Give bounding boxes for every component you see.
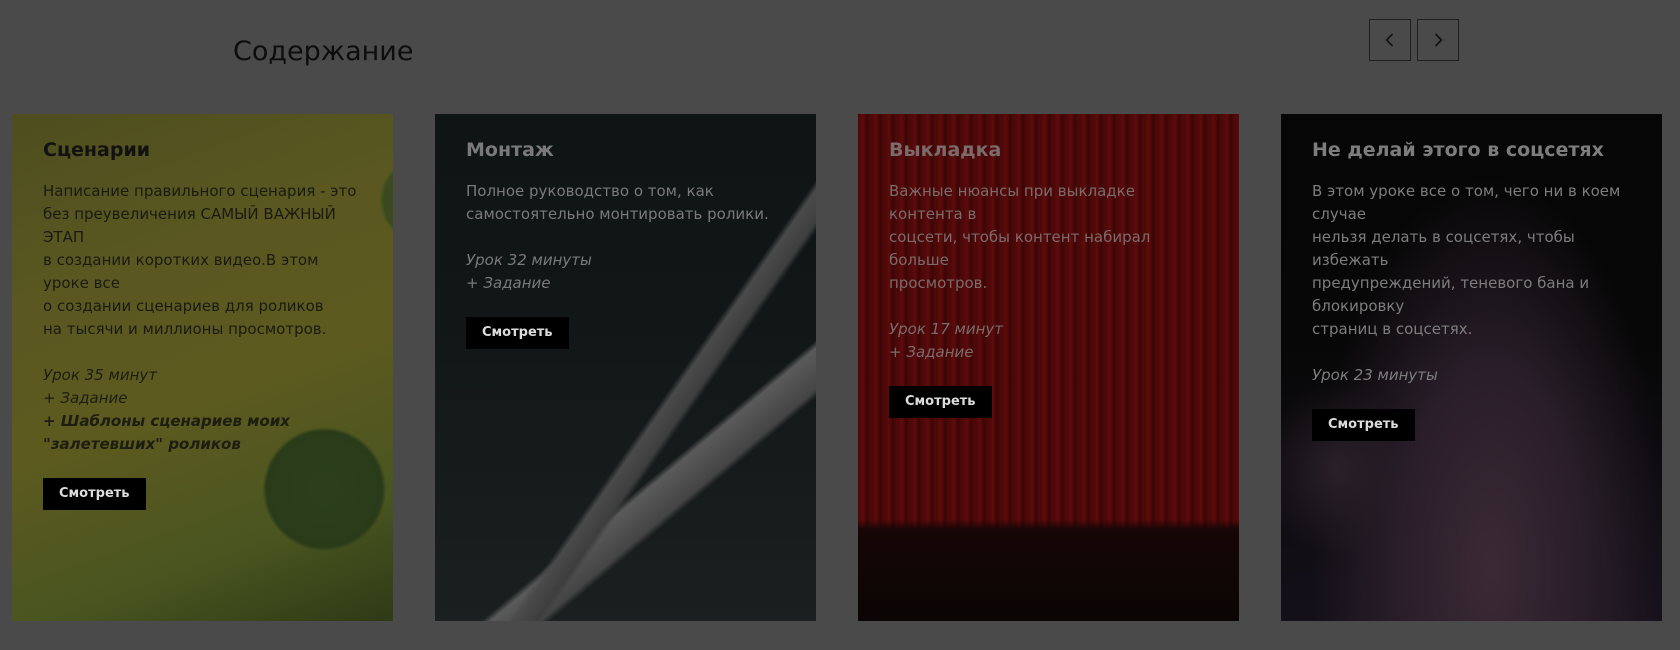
watch-button[interactable]: Смотреть xyxy=(466,316,569,349)
card-description: Важные нюансы при выкладке контента в со… xyxy=(889,181,1151,292)
lesson-card-publishing: Выкладка Важные нюансы при выкладке конт… xyxy=(858,114,1239,621)
card-meta-bonus: + Шаблоны сценариев моих "залетевших" ро… xyxy=(43,411,290,453)
card-description: В этом уроке все о том, чего ни в коем с… xyxy=(1312,181,1621,338)
chevron-right-icon xyxy=(1434,33,1443,47)
card-description: Полное руководство о том, как самостояте… xyxy=(466,181,769,223)
card-meta: Урок 35 минут + Задание + Шаблоны сценар… xyxy=(43,364,362,456)
carousel-next-button[interactable] xyxy=(1417,19,1459,61)
carousel-prev-button[interactable] xyxy=(1369,19,1411,61)
card-meta: Урок 17 минут + Задание xyxy=(889,319,1004,361)
lesson-card-editing: Монтаж Полное руководство о том, как сам… xyxy=(435,114,816,621)
card-title: Не делай этого в соцсетях xyxy=(1312,139,1604,161)
lesson-card-scripts: Сценарии Написание правильного сценария … xyxy=(12,114,393,621)
watch-button[interactable]: Смотреть xyxy=(43,477,146,510)
chevron-left-icon xyxy=(1385,33,1394,47)
card-meta: Урок 23 минуты xyxy=(1312,365,1438,384)
card-title: Сценарии xyxy=(43,139,151,161)
section-title: Содержание xyxy=(233,36,414,67)
card-title: Монтаж xyxy=(466,139,554,161)
watch-button[interactable]: Смотреть xyxy=(1312,408,1415,441)
card-description: Написание правильного сценария - это без… xyxy=(43,181,357,338)
lesson-card-dont-do: Не делай этого в соцсетях В этом уроке в… xyxy=(1281,114,1662,621)
watch-button[interactable]: Смотреть xyxy=(889,385,992,418)
card-meta: Урок 32 минуты + Задание xyxy=(466,250,592,292)
card-title: Выкладка xyxy=(889,139,1002,161)
